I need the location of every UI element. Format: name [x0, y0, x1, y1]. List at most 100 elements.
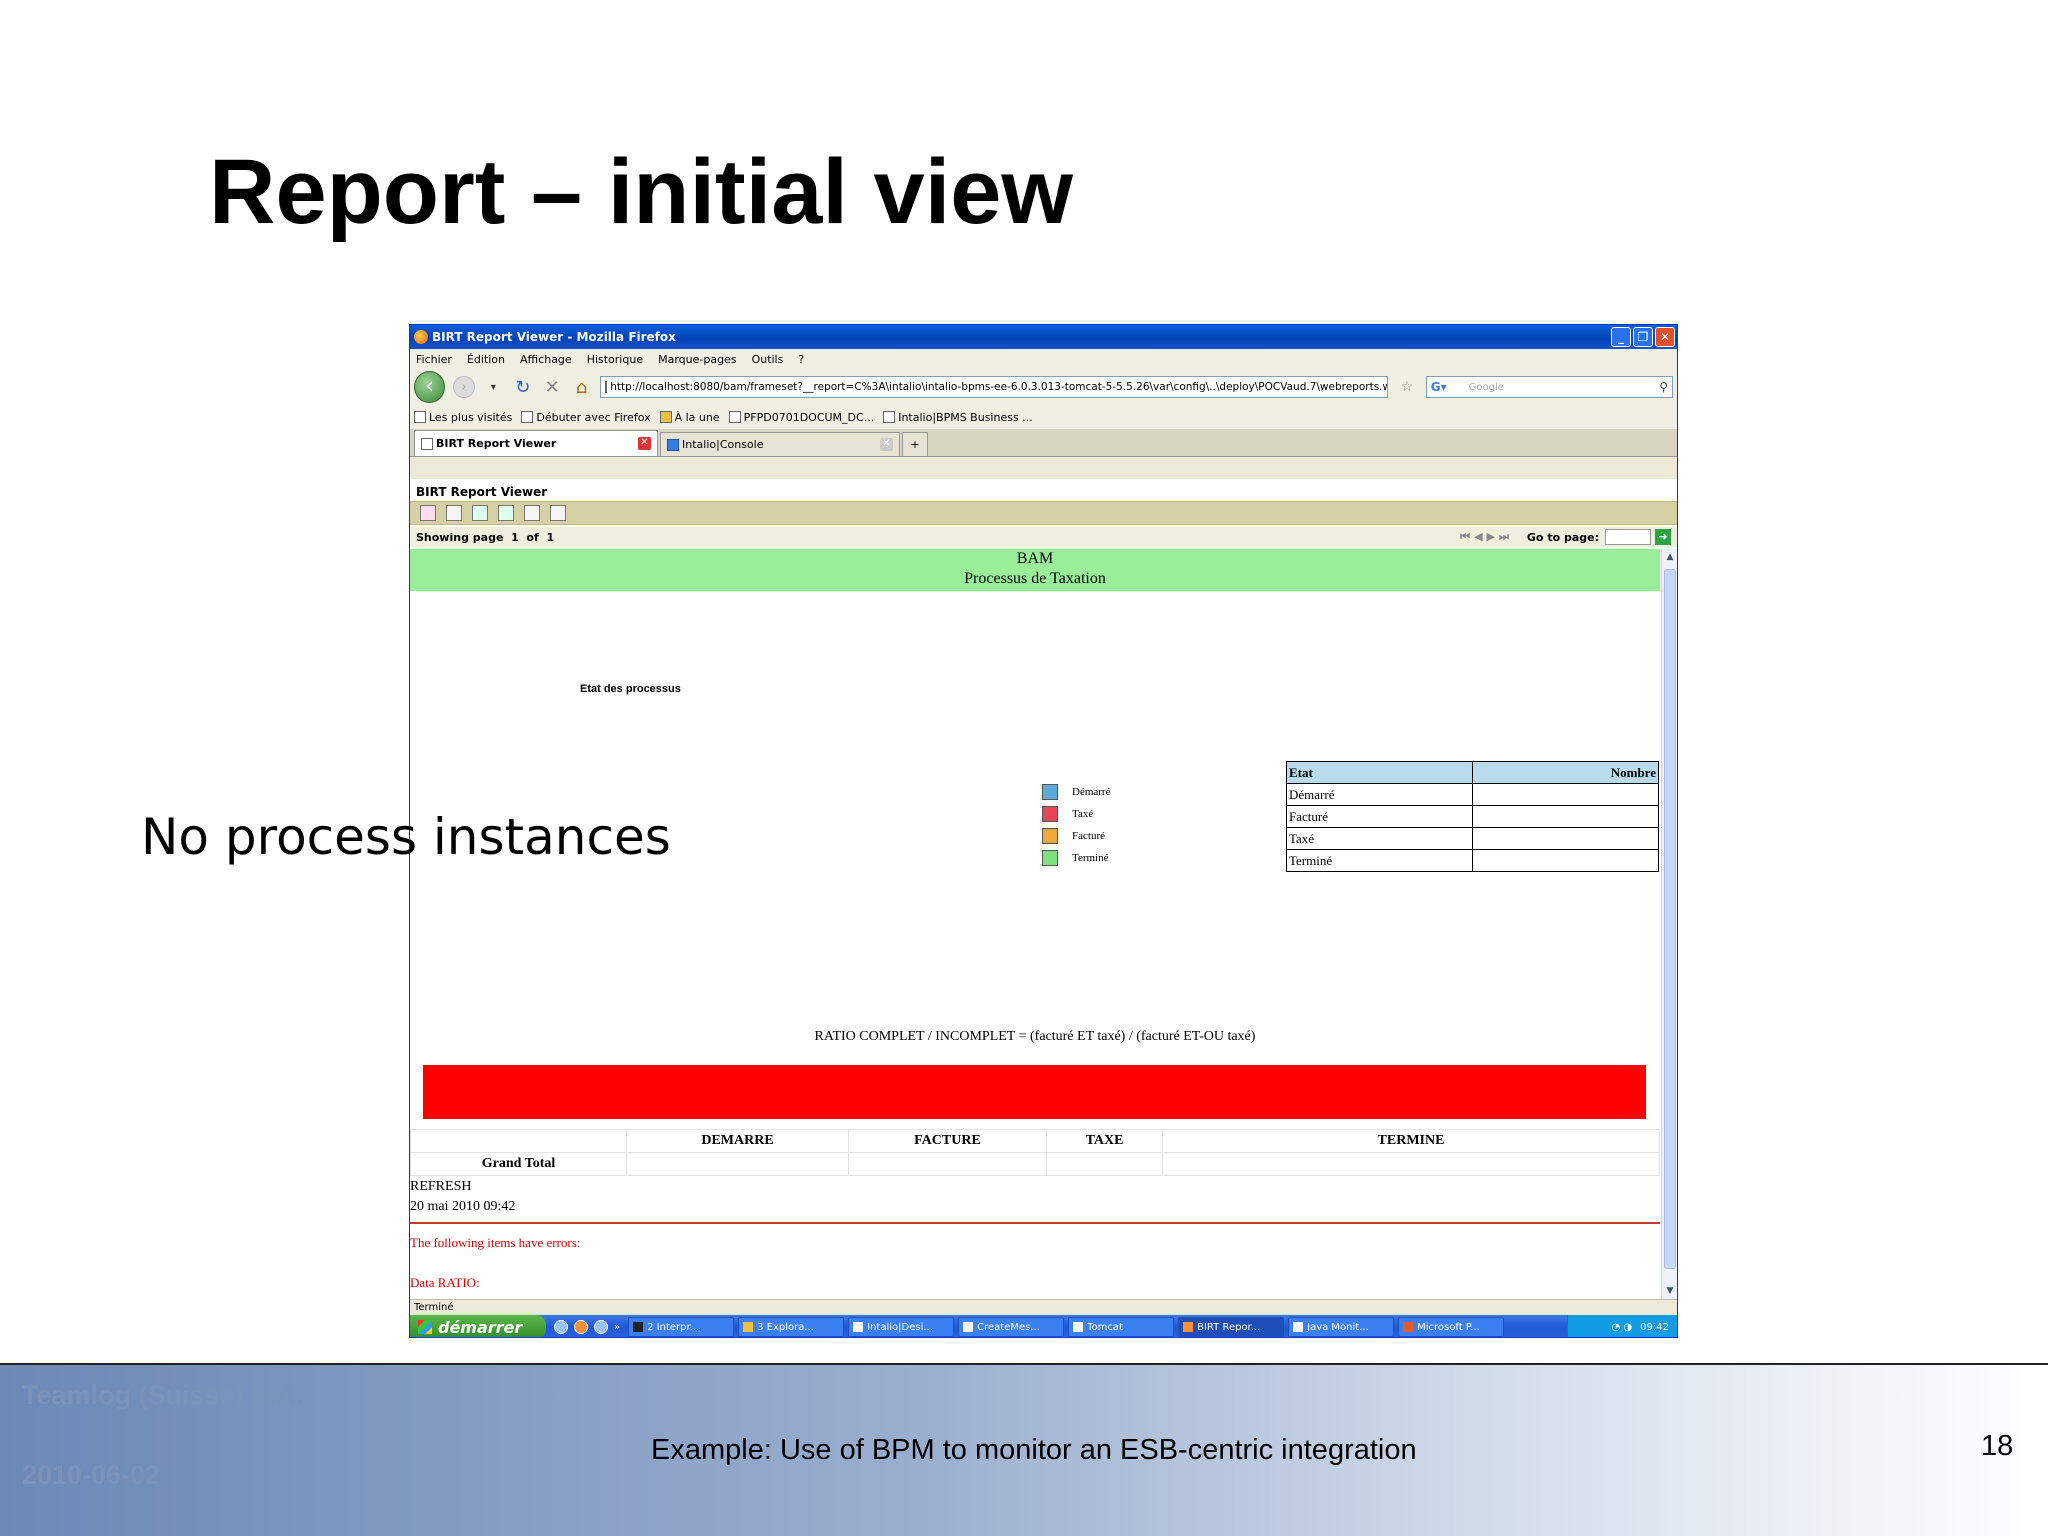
- goto-arrow-icon[interactable]: ➜: [1655, 529, 1671, 545]
- table-row: Terminé: [1285, 849, 1659, 872]
- parameters-icon[interactable]: [446, 505, 462, 521]
- navigation-bar: ‹ › ▾ ↻ ✕ ⌂ http://localhost:8080/bam/fr…: [410, 369, 1677, 405]
- print-server-icon[interactable]: [550, 505, 566, 521]
- count-cell: [1472, 849, 1659, 872]
- legend-swatch: [1042, 806, 1058, 822]
- scroll-down-icon[interactable]: ▼: [1663, 1283, 1677, 1299]
- taskbar-button[interactable]: CreateMes...: [958, 1317, 1065, 1337]
- of-label: of: [526, 530, 539, 544]
- bookmark-item[interactable]: À la une: [659, 410, 720, 424]
- clock: 09:42: [1640, 1321, 1669, 1333]
- powerpoint-icon: [1403, 1322, 1414, 1332]
- stop-icon[interactable]: ✕: [541, 377, 562, 398]
- back-arrow-icon[interactable]: ‹: [414, 371, 446, 403]
- quicklaunch-more-icon[interactable]: »: [614, 1322, 620, 1333]
- quicklaunch-firefox-icon[interactable]: [574, 1320, 588, 1334]
- print-icon[interactable]: [524, 505, 540, 521]
- state-cell: Taxé: [1285, 827, 1474, 850]
- refresh-label: REFRESH: [410, 1179, 472, 1194]
- tab-label: Intalio|Console: [682, 438, 764, 451]
- quicklaunch-app-icon[interactable]: [594, 1320, 608, 1334]
- menu-bar: Fichier Édition Affichage Historique Mar…: [410, 349, 1677, 369]
- legend-swatch: [1042, 784, 1058, 800]
- viewer-title: BIRT Report Viewer: [416, 485, 548, 499]
- report-header: BAM Processus de Taxation: [410, 549, 1660, 591]
- page-nav-arrows-icon[interactable]: ⏮◀▶⏭: [1460, 530, 1513, 544]
- tab-intalio-console[interactable]: Intalio|Console ✕: [660, 432, 900, 456]
- start-button[interactable]: démarrer: [410, 1315, 546, 1337]
- new-tab-icon[interactable]: +: [902, 432, 928, 456]
- bookmark-item[interactable]: Intalio|BPMS Business ...: [883, 410, 1033, 424]
- scroll-up-icon[interactable]: ▲: [1663, 549, 1677, 565]
- menu-marque-pages[interactable]: Marque-pages: [658, 353, 736, 366]
- total-cell: [1162, 1152, 1660, 1176]
- totals-header-blank: [410, 1129, 627, 1153]
- menu-historique[interactable]: Historique: [587, 353, 643, 366]
- window-titlebar[interactable]: BIRT Report Viewer - Mozilla Firefox _ ❐…: [410, 325, 1677, 349]
- menu-outils[interactable]: Outils: [752, 353, 784, 366]
- report-scrollbar[interactable]: ▲ ▼: [1661, 549, 1677, 1299]
- taskbar-button[interactable]: Microsoft P...: [1398, 1317, 1505, 1337]
- chart-legend: Démarré Taxé Facturé Terminé: [1042, 781, 1110, 869]
- total-cell: [1046, 1152, 1163, 1176]
- state-table: Etat Nombre Démarré Facturé Taxé Terminé: [1285, 761, 1659, 872]
- taskbar-button[interactable]: Tomcat: [1068, 1317, 1175, 1337]
- goto-page-input[interactable]: [1605, 529, 1651, 545]
- forward-arrow-icon[interactable]: ›: [453, 376, 475, 398]
- search-input[interactable]: G▾ Google ⚲: [1425, 376, 1674, 398]
- tab-birt-report-viewer[interactable]: BIRT Report Viewer ✕: [414, 430, 658, 456]
- ratio-bar: [423, 1065, 1646, 1119]
- bookmark-item[interactable]: PFPD0701DOCUM_DC...: [728, 410, 874, 424]
- history-dropdown-icon[interactable]: ▾: [483, 382, 504, 393]
- legend-item: Taxé: [1042, 803, 1110, 825]
- google-icon[interactable]: G▾: [1431, 380, 1447, 394]
- bookmark-icon: [728, 410, 741, 423]
- bookmark-label: Débuter avec Firefox: [536, 410, 651, 424]
- legend-label: Terminé: [1072, 852, 1109, 864]
- close-icon[interactable]: ✕: [1655, 327, 1675, 347]
- close-tab-icon[interactable]: ✕: [880, 438, 893, 451]
- reload-icon[interactable]: ↻: [512, 377, 533, 398]
- menu-fichier[interactable]: Fichier: [416, 353, 452, 366]
- taskbar-button[interactable]: 3 Explora...: [738, 1317, 845, 1337]
- taskbar-button[interactable]: 2 Interpr...: [628, 1317, 735, 1337]
- scroll-thumb[interactable]: [1664, 569, 1676, 1269]
- close-tab-icon[interactable]: ✕: [638, 437, 651, 450]
- task-label: Java Monit...: [1307, 1321, 1369, 1333]
- export-report-icon[interactable]: [498, 505, 514, 521]
- state-header-etat: Etat: [1285, 761, 1474, 784]
- total-cell: [848, 1152, 1047, 1176]
- birt-viewer: BIRT Report Viewer Showing page 1 of 1 ⏮…: [410, 479, 1677, 1299]
- star-icon[interactable]: ☆: [1396, 379, 1417, 395]
- taskbar-button[interactable]: Java Monit...: [1288, 1317, 1395, 1337]
- legend-swatch: [1042, 828, 1058, 844]
- app-icon: [1293, 1322, 1304, 1332]
- minimize-icon[interactable]: _: [1611, 327, 1631, 347]
- menu-edition[interactable]: Édition: [467, 353, 505, 366]
- taskbar-button[interactable]: Intalio|Desi...: [848, 1317, 955, 1337]
- tab-label: BIRT Report Viewer: [436, 437, 557, 450]
- bookmark-icon: [414, 410, 426, 423]
- tray-icons[interactable]: ◔ ◑: [1612, 1322, 1633, 1333]
- menu-affichage[interactable]: Affichage: [520, 353, 572, 366]
- url-input[interactable]: http://localhost:8080/bam/frameset?__rep…: [600, 376, 1389, 398]
- bookmark-icon: [883, 410, 896, 423]
- error-divider: [410, 1222, 1660, 1224]
- bookmark-item[interactable]: Les plus visités: [414, 410, 512, 424]
- bookmark-item[interactable]: Débuter avec Firefox: [521, 410, 651, 424]
- totals-header-termine: TERMINE: [1162, 1129, 1660, 1153]
- export-data-icon[interactable]: [472, 505, 488, 521]
- quicklaunch-ie-icon[interactable]: [554, 1320, 568, 1334]
- home-icon[interactable]: ⌂: [571, 377, 592, 398]
- menu-help[interactable]: ?: [798, 353, 804, 366]
- taskbar-button[interactable]: BIRT Repor...: [1178, 1317, 1285, 1337]
- ratio-label: RATIO COMPLET / INCOMPLET = (facturé ET …: [814, 1029, 1256, 1044]
- state-header-nombre: Nombre: [1472, 761, 1659, 784]
- maximize-icon[interactable]: ❐: [1633, 327, 1653, 347]
- report-subtitle: Processus de Taxation: [964, 570, 1106, 587]
- search-icon[interactable]: ⚲: [1659, 380, 1672, 394]
- toc-icon[interactable]: [420, 505, 436, 521]
- chart-title: Etat des processus: [580, 683, 681, 695]
- url-text: http://localhost:8080/bam/frameset?__rep…: [610, 381, 1389, 393]
- refresh-block: REFRESH 20 mai 2010 09:42: [410, 1177, 515, 1217]
